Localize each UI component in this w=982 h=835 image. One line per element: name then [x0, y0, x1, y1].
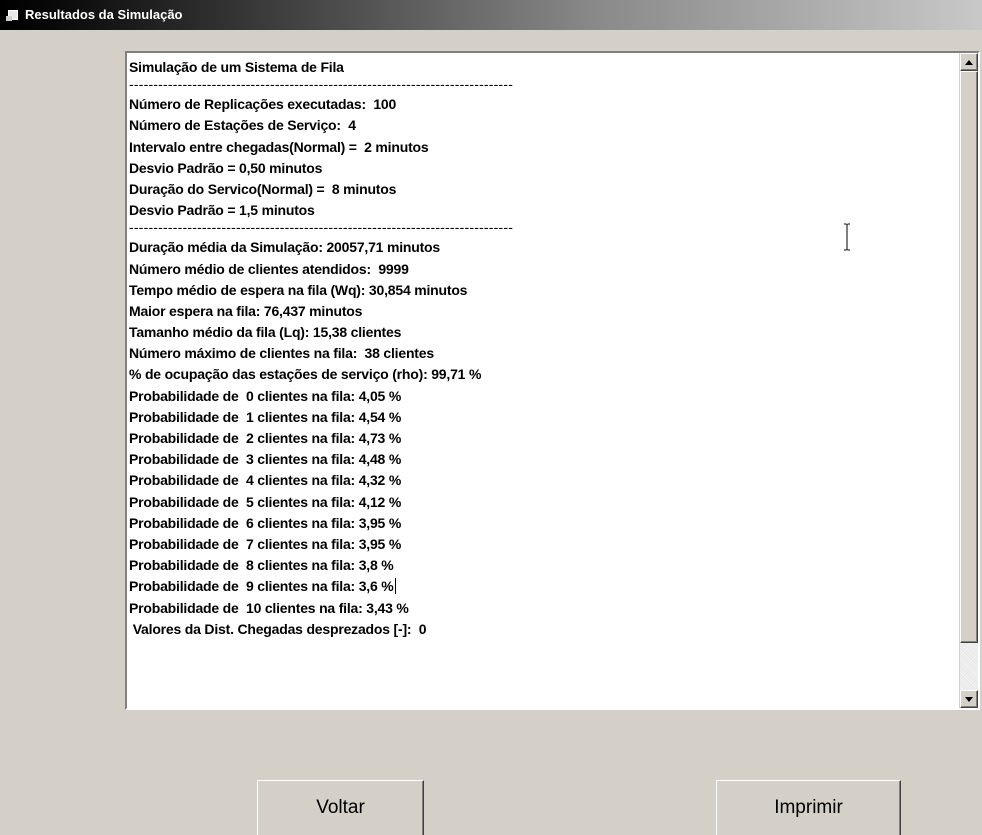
report-line: Tempo médio de espera na fila (Wq): 30,8… — [129, 281, 468, 298]
report-line: Probabilidade de 10 clientes na fila: 3,… — [129, 599, 409, 616]
report-line: Simulação de um Sistema de Fila — [129, 59, 344, 75]
report-line: Probabilidade de 5 clientes na fila: 4,1… — [129, 493, 402, 510]
report-line: Desvio Padrão = 1,5 minutos — [129, 202, 315, 219]
report-text: Simulação de um Sistema de Fila ---------… — [129, 57, 949, 640]
report-line: Probabilidade de 1 clientes na fila: 4,5… — [129, 408, 402, 425]
report-line: Probabilidade de 0 clientes na fila: 4,0… — [129, 387, 402, 404]
report-line: Tamanho médio da fila (Lq): 15,38 client… — [129, 324, 402, 341]
vertical-scrollbar[interactable] — [959, 53, 978, 708]
separator-line: ----------------------------------------… — [129, 219, 514, 236]
report-line: % de ocupação das estações de serviço (r… — [129, 366, 482, 383]
report-line: Probabilidade de 2 clientes na fila: 4,7… — [129, 430, 402, 446]
report-line: Número máximo de clientes na fila: 38 cl… — [129, 345, 434, 362]
back-button[interactable]: Voltar — [257, 780, 424, 835]
report-line: Probabilidade de 8 clientes na fila: 3,8… — [129, 557, 394, 574]
report-line: Probabilidade de 6 clientes na fila: 3,9… — [129, 514, 402, 531]
scroll-thumb[interactable] — [960, 71, 978, 643]
print-button[interactable]: Imprimir — [716, 780, 901, 835]
report-line: Probabilidade de 3 clientes na fila: 4,4… — [129, 451, 402, 468]
arrow-up-icon — [965, 60, 973, 65]
report-line: Número médio de clientes atendidos: 9999 — [129, 260, 409, 277]
report-line: Valores da Dist. Chegadas desprezados [-… — [129, 620, 427, 637]
title-bar[interactable]: Resultados da Simulação — [0, 0, 982, 30]
scroll-down-button[interactable] — [960, 690, 978, 708]
ibeam-cursor-icon — [844, 223, 850, 251]
report-line: Duração do Servico(Normal) = 8 minutos — [129, 180, 397, 197]
window-title: Resultados da Simulação — [25, 7, 183, 22]
results-window: Resultados da Simulação Simulação de um … — [0, 0, 982, 835]
report-line: Intervalo entre chegadas(Normal) = 2 min… — [129, 138, 429, 155]
app-icon — [6, 9, 20, 21]
report-textarea[interactable]: Simulação de um Sistema de Fila ---------… — [125, 51, 980, 710]
report-line: Número de Estações de Serviço: 4 — [129, 117, 356, 134]
separator-line: ----------------------------------------… — [129, 76, 514, 93]
report-line: Probabilidade de 9 clientes na fila: 3,6… — [129, 578, 396, 595]
scroll-up-button[interactable] — [960, 53, 978, 71]
report-line: Maior espera na fila: 76,437 minutos — [129, 302, 363, 319]
report-line: Número de Replicações executadas: 100 — [129, 96, 397, 113]
report-line: Probabilidade de 7 clientes na fila: 3,9… — [129, 535, 402, 552]
text-caret — [394, 578, 396, 595]
report-line: Desvio Padrão = 0,50 minutos — [129, 159, 323, 176]
report-line: Duração média da Simulação: 20057,71 min… — [129, 239, 440, 256]
arrow-down-icon — [965, 697, 973, 702]
report-line: Probabilidade de 4 clientes na fila: 4,3… — [129, 472, 402, 489]
